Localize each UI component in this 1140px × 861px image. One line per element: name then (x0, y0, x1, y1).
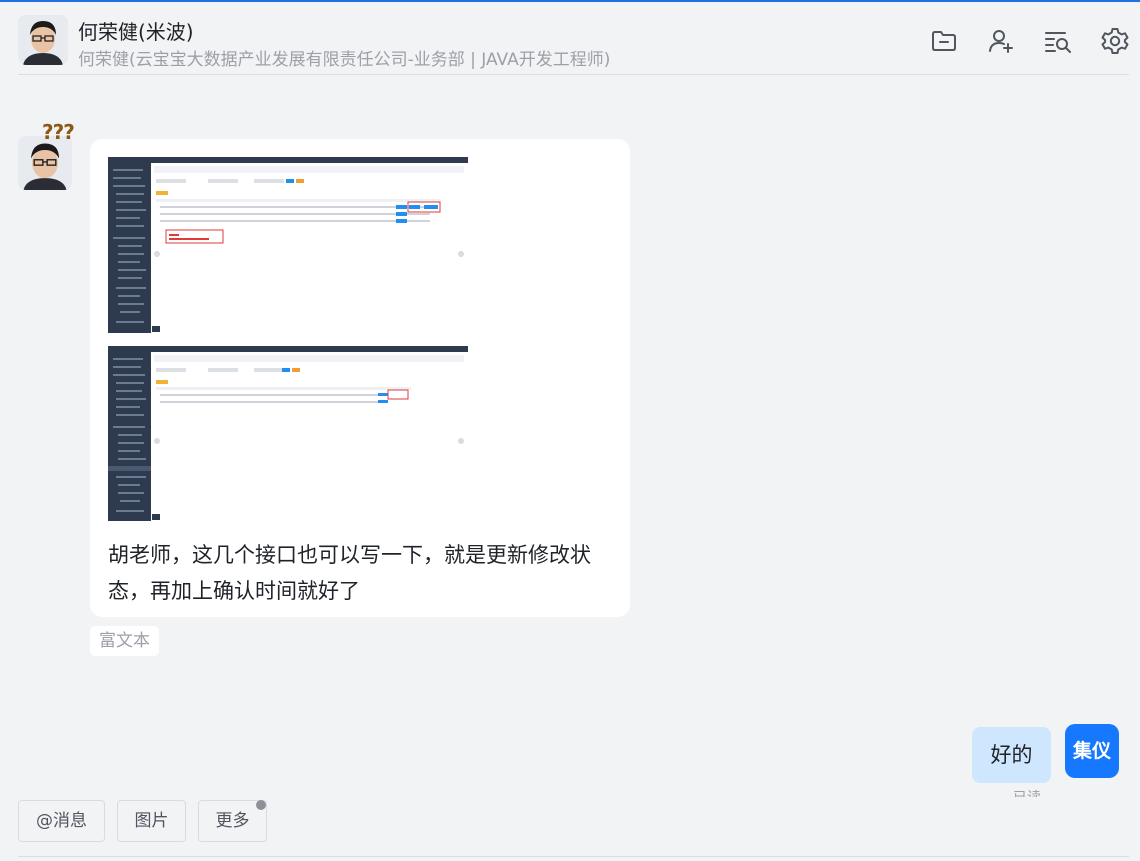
sender-avatar[interactable] (18, 136, 72, 190)
contact-subtitle: 何荣健(云宝宝大数据产业发展有限责任公司-业务部 | JAVA开发工程师) (78, 50, 611, 70)
image-button[interactable]: 图片 (117, 800, 186, 842)
search-history-icon[interactable] (1043, 26, 1073, 56)
reply-bubble[interactable]: 好的 (972, 727, 1051, 783)
read-status: 已读 (1013, 788, 1041, 797)
contact-name: 何荣健(米波) (78, 20, 194, 44)
mention-button[interactable]: @消息 (18, 800, 105, 842)
input-divider (18, 856, 1129, 857)
message-text: 胡老师，这几个接口也可以写一下，就是更新修改状态，再加上确认时间就好了 (108, 543, 591, 603)
screenshot-image-2[interactable] (108, 346, 468, 521)
rich-text-tag: 富文本 (90, 626, 159, 656)
add-user-icon[interactable] (986, 26, 1016, 56)
settings-icon[interactable] (1100, 26, 1130, 56)
screenshot-image-1[interactable] (108, 157, 468, 333)
folder-icon[interactable] (929, 26, 959, 56)
contact-avatar[interactable] (18, 15, 68, 65)
chat-header: 何荣健(米波) 何荣健(云宝宝大数据产业发展有限责任公司-业务部 | JAVA开… (0, 2, 1140, 75)
confused-status-icon: ??? (42, 120, 75, 144)
notification-dot (256, 800, 266, 810)
message-bubble[interactable]: 胡老师，这几个接口也可以写一下，就是更新修改状态，再加上确认时间就好了 (90, 139, 630, 617)
my-avatar[interactable]: 集仪 (1065, 724, 1119, 778)
header-divider (18, 74, 1129, 75)
